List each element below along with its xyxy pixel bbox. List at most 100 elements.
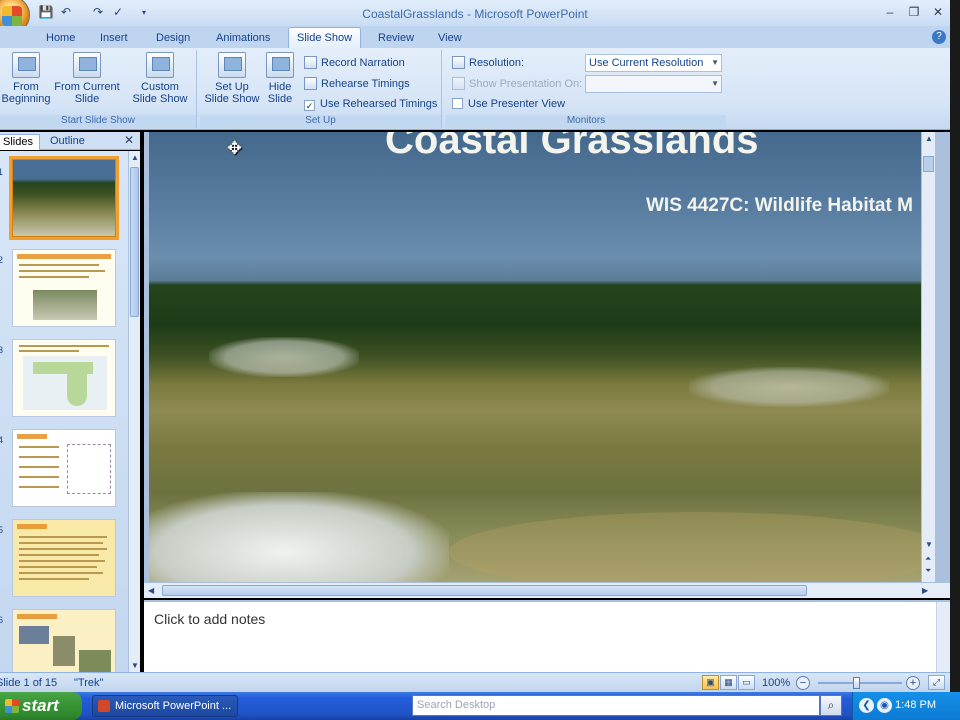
from-current-slide-button[interactable]: From Current Slide [54, 52, 120, 105]
scroll-up-icon[interactable]: ▲ [925, 134, 933, 143]
tab-outline[interactable]: Outline [44, 134, 91, 150]
tab-slide-show[interactable]: Slide Show [288, 27, 362, 49]
custom-slide-show-button[interactable]: Custom Slide Show [128, 52, 192, 105]
close-button[interactable]: ✕ [930, 5, 946, 19]
help-icon[interactable]: ? [932, 30, 946, 44]
scroll-right-icon[interactable]: ▶ [922, 586, 928, 595]
zoom-out-icon[interactable]: − [796, 676, 810, 690]
theme-name: "Trek" [74, 677, 104, 689]
thumbnail-text-line [19, 446, 59, 448]
thumbnail-heading [17, 614, 57, 619]
slide-vertical-scrollbar[interactable]: ▲ ▼ ⏶ ⏷ [921, 132, 935, 582]
thumbnail-scrollbar[interactable]: ▲ ▼ [128, 151, 140, 672]
chevron-down-icon: ▼ [711, 79, 719, 88]
hide-slide-icon [266, 52, 294, 78]
slide-thumbnails: 1 2 3 4 5 6 [0, 151, 128, 672]
sand-patch [209, 337, 359, 377]
start-label: start [22, 696, 59, 715]
tab-home[interactable]: Home [38, 29, 83, 48]
monitor-icon [452, 56, 465, 69]
search-icon[interactable]: ⌕ [820, 695, 842, 716]
status-bar: Slide 1 of 15 "Trek" ▣ ▦ ▭ 100% − + ⤢ [0, 672, 950, 692]
zoom-slider[interactable] [818, 682, 902, 684]
chevron-down-icon: ▼ [711, 58, 719, 67]
back-arrow-icon[interactable]: ❮ [859, 698, 874, 713]
use-presenter-view-checkbox[interactable]: Use Presenter View [452, 96, 565, 112]
start-button[interactable]: start [0, 692, 82, 720]
notes-scrollbar[interactable] [936, 602, 950, 674]
tab-view[interactable]: View [430, 29, 470, 48]
next-slide-icon[interactable]: ⏷ [925, 566, 931, 576]
map-outline-image [67, 444, 111, 494]
minimize-button[interactable]: ‒ [882, 5, 898, 19]
slide-horizontal-scrollbar[interactable]: ◀ ▶ [144, 582, 950, 598]
previous-slide-icon[interactable]: ⏶ [925, 554, 931, 564]
slide-sorter-icon[interactable]: ▦ [720, 675, 737, 690]
group-label-monitors: Monitors [446, 115, 726, 128]
normal-view-icon[interactable]: ▣ [702, 675, 719, 690]
play-from-current-icon [73, 52, 101, 78]
notes-pane[interactable]: Click to add notes [144, 600, 950, 674]
tab-insert[interactable]: Insert [92, 29, 136, 48]
scrollbar-thumb[interactable] [923, 156, 934, 172]
resolution-label-row: Resolution: [452, 55, 524, 71]
slide-thumbnail-6[interactable] [12, 609, 116, 672]
slide-title[interactable]: Coastal Grasslands [385, 132, 759, 163]
zoom-slider-thumb[interactable] [853, 677, 860, 689]
from-current-label: From Current Slide [54, 81, 120, 105]
record-narration-label: Record Narration [321, 57, 405, 69]
tab-animations[interactable]: Animations [208, 29, 278, 48]
from-beginning-button[interactable]: From Beginning [0, 52, 52, 105]
thumbnail-text-line [19, 578, 89, 580]
zoom-in-icon[interactable]: + [906, 676, 920, 690]
thumbnail-text-line [19, 456, 59, 458]
notes-placeholder[interactable]: Click to add notes [154, 611, 265, 627]
thumbnail-image [33, 290, 97, 320]
taskbar-window-label: Microsoft PowerPoint ... [115, 700, 232, 712]
close-icon[interactable]: ✕ [124, 133, 134, 147]
ribbon-tabs: Home Insert Design Animations Slide Show… [0, 26, 950, 49]
slide-position: Slide 1 of 15 [0, 677, 58, 689]
rehearse-timings-button[interactable]: Rehearse Timings [304, 76, 410, 92]
search-desktop-input[interactable]: Search Desktop [412, 695, 820, 716]
thumbnail-text-line [19, 554, 99, 556]
network-icon[interactable]: ◉ [877, 698, 892, 713]
record-narration-button[interactable]: Record Narration [304, 55, 405, 71]
clock[interactable]: 1:48 PM [895, 699, 936, 711]
slide-thumbnail-5[interactable] [12, 519, 116, 597]
taskbar: start Microsoft PowerPoint ... Search De… [0, 692, 960, 720]
thumbnail-text-line [19, 476, 59, 478]
use-rehearsed-timings-checkbox[interactable]: ✓ Use Rehearsed Timings [304, 96, 437, 112]
window-title: CoastalGrasslands - Microsoft PowerPoint [362, 7, 588, 21]
tab-slides[interactable]: Slides [0, 134, 40, 150]
slide-editor: Coastal Grasslands WIS 4427C: Wildlife H… [144, 132, 950, 598]
show-on-label: Show Presentation On: [469, 78, 583, 90]
scroll-down-icon[interactable]: ▼ [925, 540, 933, 549]
slide-thumbnail-2[interactable] [12, 249, 116, 327]
scrollbar-thumb[interactable] [130, 167, 139, 317]
tab-design[interactable]: Design [148, 29, 198, 48]
slide-show-view-icon[interactable]: ▭ [738, 675, 755, 690]
slide-subtitle[interactable]: WIS 4427C: Wildlife Habitat M [646, 195, 913, 217]
tab-review[interactable]: Review [370, 29, 422, 48]
scroll-left-icon[interactable]: ◀ [148, 586, 154, 595]
slide-thumbnail-4[interactable] [12, 429, 116, 507]
slide-thumbnail-1[interactable] [9, 156, 119, 240]
set-up-slide-show-button[interactable]: Set Up Slide Show [202, 52, 262, 105]
hide-slide-button[interactable]: Hide Slide [262, 52, 298, 105]
zoom-level[interactable]: 100% [762, 677, 790, 689]
resolution-dropdown[interactable]: Use Current Resolution ▼ [585, 54, 722, 72]
slide-thumbnail-3[interactable] [12, 339, 116, 417]
custom-show-label: Custom Slide Show [132, 81, 188, 105]
scrollbar-thumb[interactable] [162, 585, 807, 596]
restore-button[interactable]: ❐ [906, 5, 922, 19]
scroll-down-icon[interactable]: ▼ [131, 661, 139, 670]
show-presentation-on-dropdown[interactable]: ▼ [585, 75, 722, 93]
slide-canvas[interactable]: Coastal Grasslands WIS 4427C: Wildlife H… [149, 132, 935, 582]
fit-to-window-icon[interactable]: ⤢ [928, 675, 945, 690]
monitor-disabled-icon [452, 77, 465, 90]
thumbnail-number: 2 [0, 255, 4, 265]
scroll-up-icon[interactable]: ▲ [131, 153, 139, 162]
taskbar-powerpoint-button[interactable]: Microsoft PowerPoint ... [92, 695, 238, 717]
setup-show-icon [218, 52, 246, 78]
